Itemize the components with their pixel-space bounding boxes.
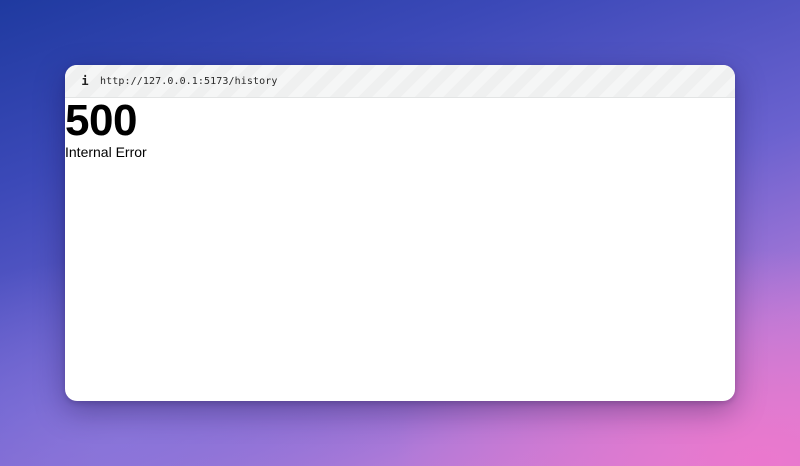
browser-window: i http://127.0.0.1:5173/history 500 Inte… <box>65 65 735 401</box>
address-bar[interactable]: i http://127.0.0.1:5173/history <box>65 65 735 98</box>
error-message: Internal Error <box>65 144 147 160</box>
error-status-code: 500 <box>65 96 137 145</box>
url-text[interactable]: http://127.0.0.1:5173/history <box>100 76 278 87</box>
page-content: 500 Internal Error <box>65 98 735 401</box>
info-icon[interactable]: i <box>79 75 91 87</box>
